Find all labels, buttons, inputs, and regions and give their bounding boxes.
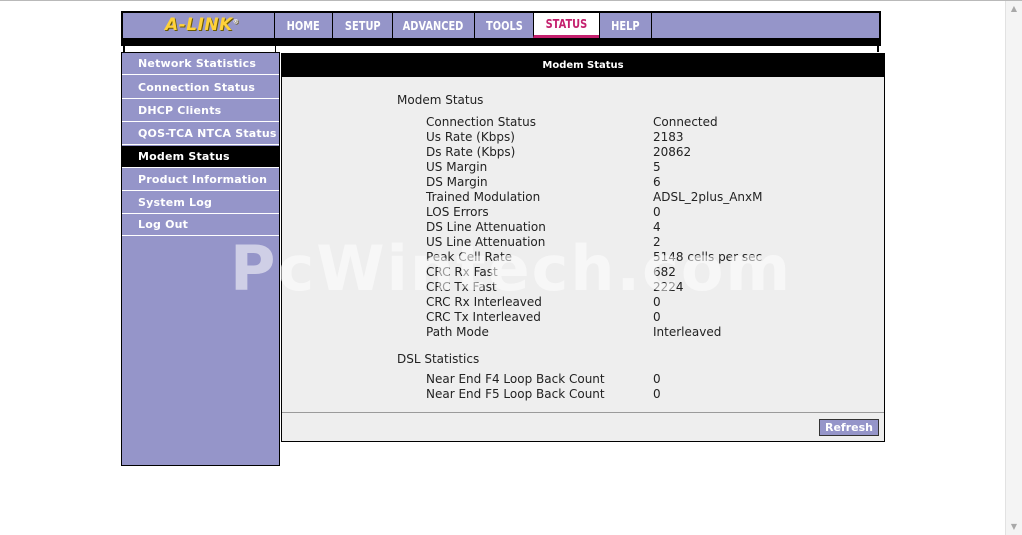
nav-tab-tools[interactable]: TOOLS (474, 13, 533, 38)
stat-value: 0 (653, 205, 661, 219)
panel-footer-divider (282, 412, 884, 413)
modem-section-title: Modem Status (397, 93, 484, 107)
stat-value: 5 (653, 160, 661, 174)
stat-label: US Margin (426, 160, 488, 174)
stat-value: 20862 (653, 145, 692, 159)
panel-title: Modem Status (282, 54, 884, 77)
stat-label: DS Line Attenuation (426, 220, 546, 234)
stat-value: 2183 (653, 130, 684, 144)
dsl-section-title: DSL Statistics (397, 352, 480, 366)
stat-label: CRC Tx Interleaved (426, 310, 541, 324)
stat-label: Peak Cell Rate (426, 250, 513, 264)
stat-value: 2 (653, 235, 661, 249)
nav-tab-status[interactable]: STATUS (533, 13, 599, 38)
refresh-button[interactable]: Refresh (819, 419, 879, 436)
sidebar-item-connection-status[interactable]: Connection Status (122, 77, 279, 99)
nav-tab-advanced[interactable]: ADVANCED (392, 13, 474, 38)
sidebar-item-network-statistics[interactable]: Network Statistics (122, 53, 279, 75)
window-top-border (0, 0, 1022, 1)
sidebar-item-product-information[interactable]: Product Information (122, 169, 279, 191)
stat-label: Near End F4 Loop Back Count (426, 372, 605, 386)
header-divider (121, 38, 881, 46)
modem-status-panel: Modem Status Modem Status Connection Sta… (281, 53, 885, 442)
top-header: A-LINK® HOME SETUP ADVANCED TOOLS STATUS… (121, 11, 881, 40)
sidebar-item-log-out[interactable]: Log Out (122, 214, 279, 236)
stat-value: 6 (653, 175, 661, 189)
sidebar-item-system-log[interactable]: System Log (122, 192, 279, 214)
stat-label: CRC Rx Interleaved (426, 295, 542, 309)
nav-tab-home[interactable]: HOME (274, 13, 332, 38)
main-nav: HOME SETUP ADVANCED TOOLS STATUS HELP (274, 13, 652, 38)
stat-value: Interleaved (653, 325, 722, 339)
stat-value: 2224 (653, 280, 684, 294)
stat-label: Trained Modulation (426, 190, 541, 204)
stat-label: Path Mode (426, 325, 489, 339)
brand-logo[interactable]: A-LINK® (165, 15, 239, 35)
stat-value: 5148 cells per sec (653, 250, 763, 264)
stat-value: 4 (653, 220, 661, 234)
stat-value: Connected (653, 115, 718, 129)
stat-label: CRC Rx Fast (426, 265, 498, 279)
stat-value: 0 (653, 295, 661, 309)
scroll-up-icon[interactable]: ▲ (1006, 1, 1022, 17)
stat-label: LOS Errors (426, 205, 489, 219)
stat-value: ADSL_2plus_AnxM (653, 190, 763, 204)
sidebar-item-modem-status[interactable]: Modem Status (122, 146, 279, 168)
stat-label: Connection Status (426, 115, 536, 129)
stat-value: 0 (653, 310, 661, 324)
scroll-down-icon[interactable]: ▼ (1006, 519, 1022, 535)
nav-tab-help[interactable]: HELP (599, 13, 652, 38)
stat-label: Near End F5 Loop Back Count (426, 387, 605, 401)
stat-value: 0 (653, 387, 661, 401)
vertical-scrollbar[interactable]: ▲ ▼ (1005, 1, 1022, 535)
stat-label: Ds Rate (Kbps) (426, 145, 516, 159)
sidebar-item-qos-status[interactable]: QOS-TCA NTCA Status (122, 123, 279, 145)
stat-label: US Line Attenuation (426, 235, 546, 249)
stat-value: 682 (653, 265, 676, 279)
nav-tab-setup[interactable]: SETUP (332, 13, 392, 38)
sidebar-item-dhcp-clients[interactable]: DHCP Clients (122, 100, 279, 122)
stat-label: Us Rate (Kbps) (426, 130, 515, 144)
stat-label: DS Margin (426, 175, 488, 189)
stat-label: CRC Tx Fast (426, 280, 497, 294)
stat-value: 0 (653, 372, 661, 386)
sidebar: Network Statistics Connection Status DHC… (121, 52, 280, 466)
